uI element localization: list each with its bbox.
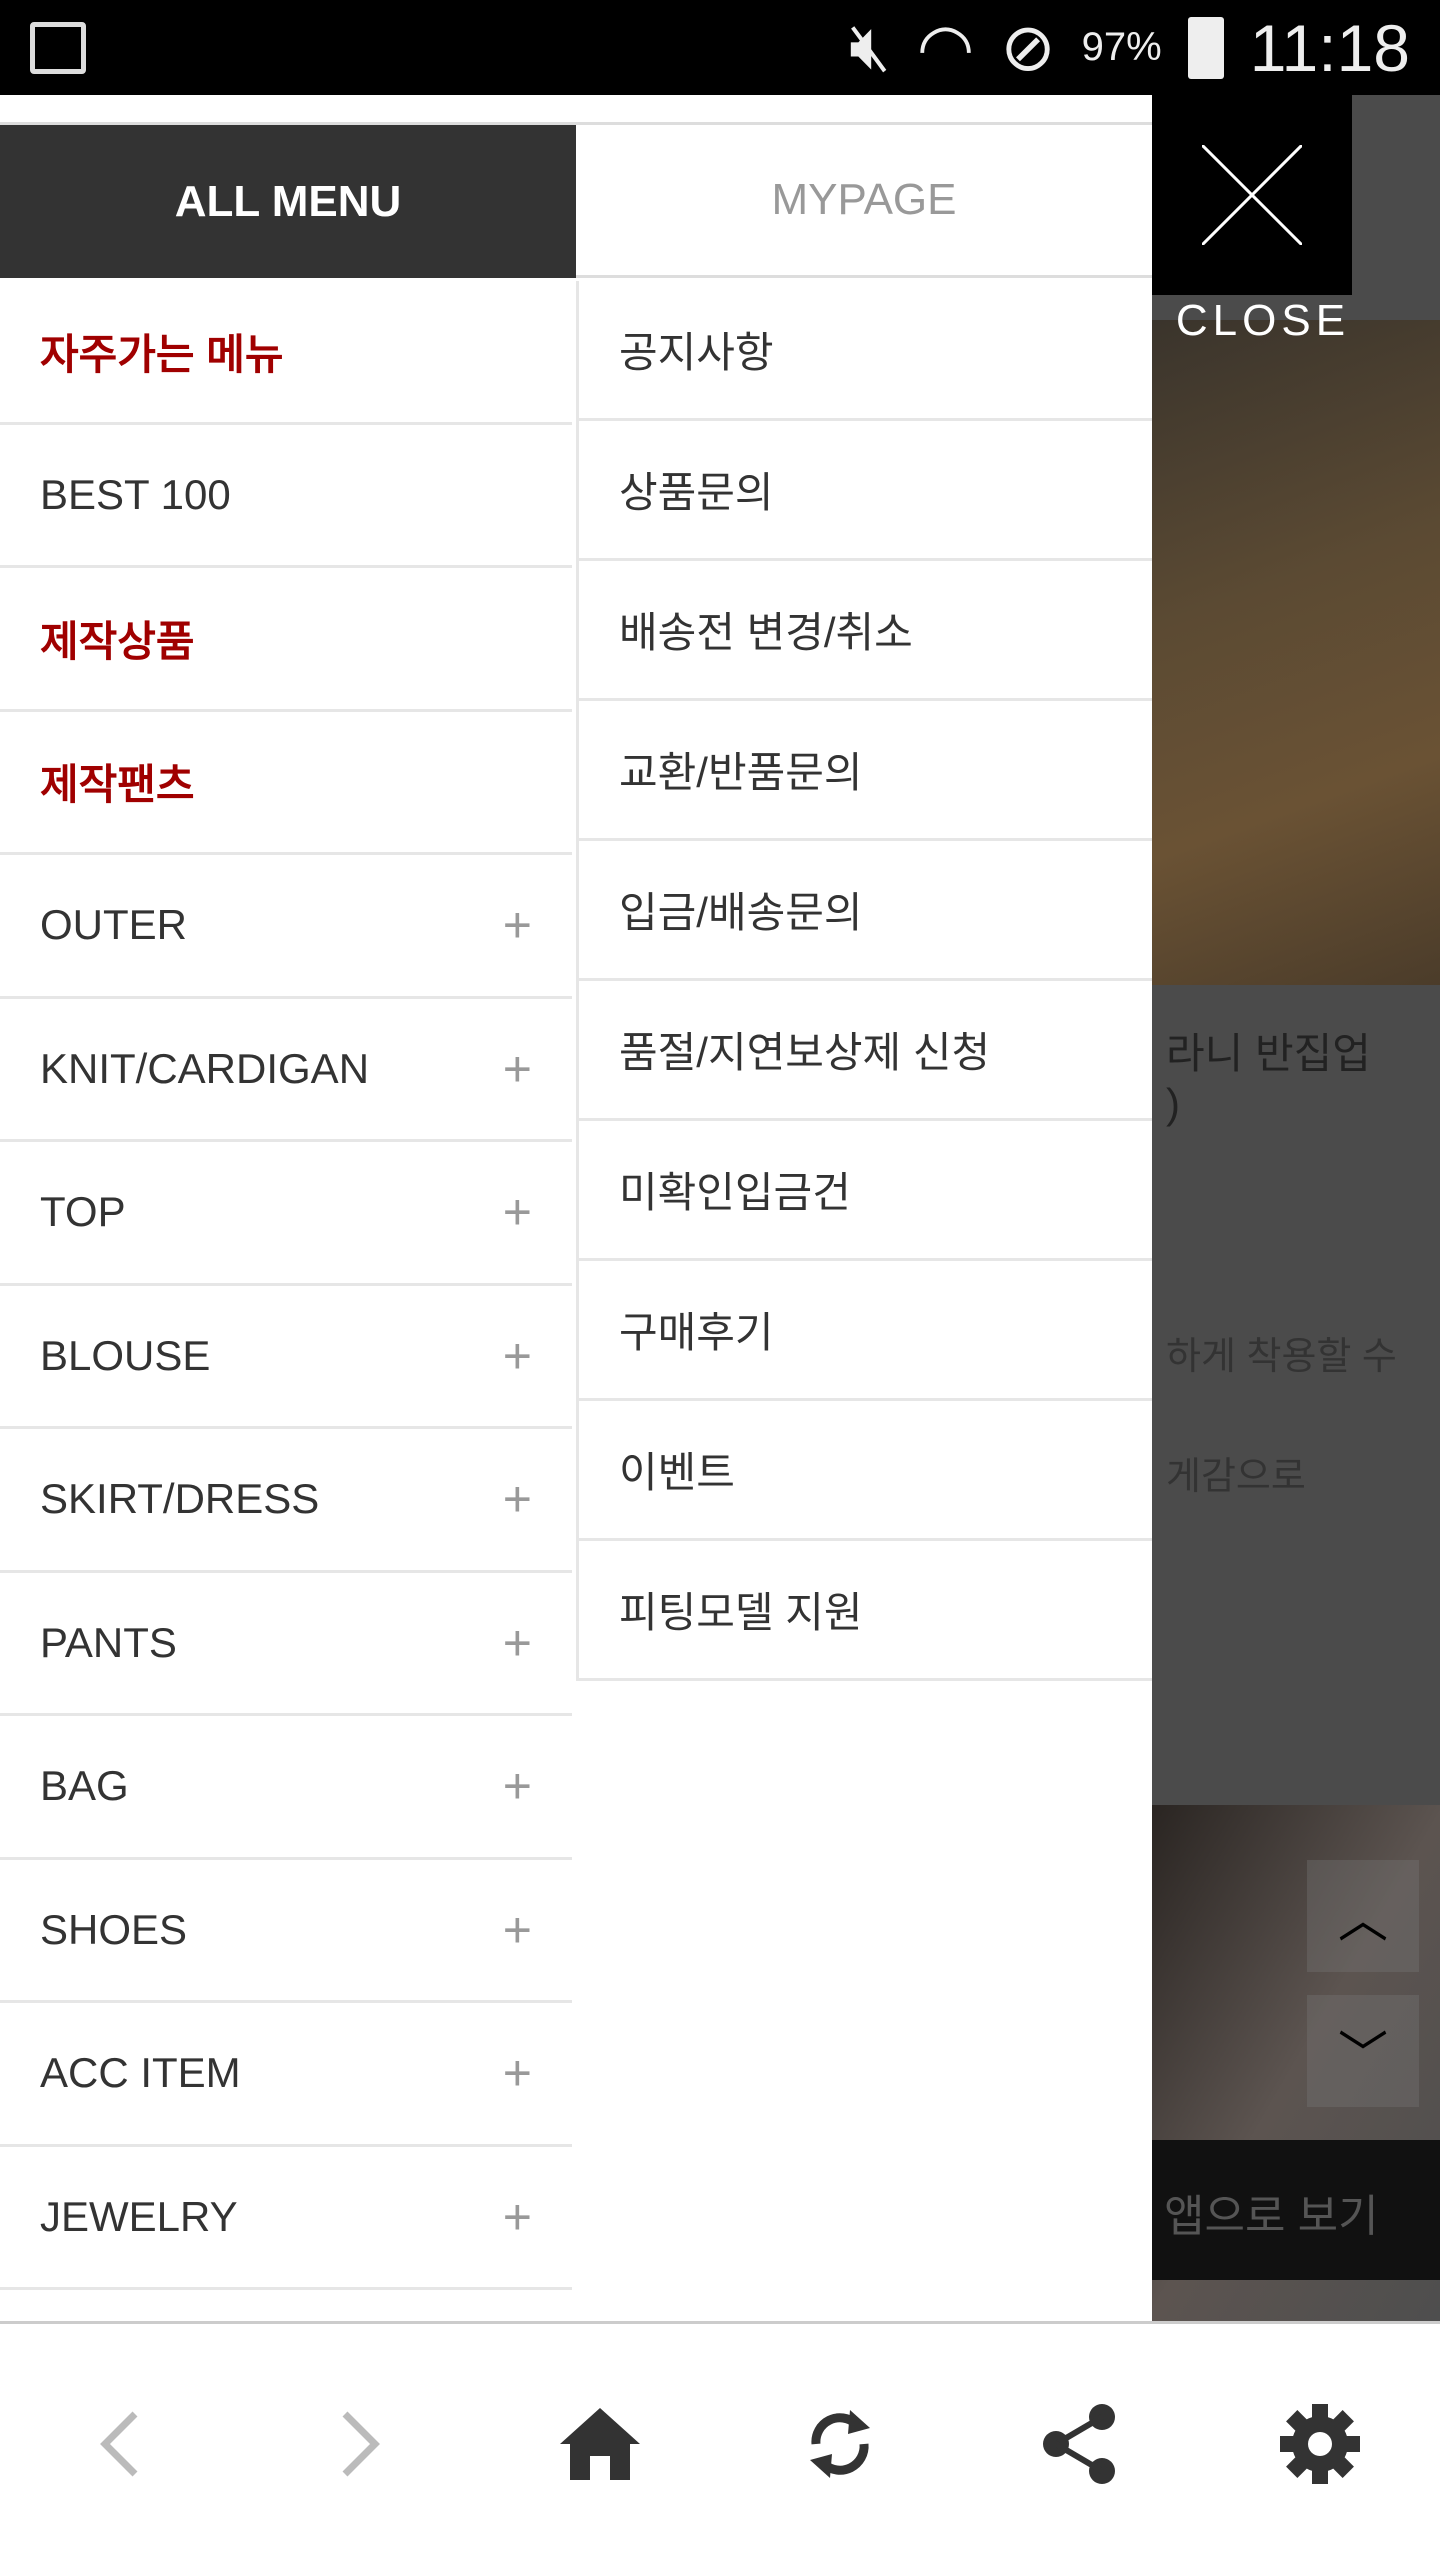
chevron-right-icon xyxy=(342,2411,380,2477)
product-title-line1: 라니 반집업 xyxy=(1166,1030,1371,1077)
category-item[interactable]: OUTER + xyxy=(0,855,572,999)
close-button[interactable] xyxy=(1152,95,1352,295)
category-label: 자주가는 메뉴 xyxy=(40,330,284,378)
plus-icon[interactable]: + xyxy=(503,1183,532,1241)
category-label: KNIT/CARDIGAN xyxy=(40,1044,370,1092)
page-background-overlay: 라니 반집업 ) 하게 착용할 수 게감으로 ︿ ﹀ 앱으로 보기 xyxy=(1152,95,1440,2325)
service-item[interactable]: 이벤트 xyxy=(579,1401,1152,1541)
service-label: 교환/반품문의 xyxy=(619,749,863,796)
service-label: 품절/지연보상제 신청 xyxy=(619,1029,991,1076)
refresh-icon xyxy=(810,2410,870,2478)
category-label: 제작상품 xyxy=(40,617,195,665)
service-item[interactable]: 미확인입금건 xyxy=(579,1121,1152,1261)
category-label: BAG xyxy=(40,1762,129,1810)
menu-tabs: ALL MENU MYPAGE xyxy=(0,122,1152,278)
wifi-icon: ◠ xyxy=(916,10,975,84)
category-label: OUTER xyxy=(40,901,187,949)
service-item[interactable]: 공지사항 xyxy=(579,281,1152,421)
tab-mypage[interactable]: MYPAGE xyxy=(576,125,1152,278)
battery-icon xyxy=(1187,16,1224,79)
plus-icon[interactable]: + xyxy=(503,2044,532,2102)
service-label: 이벤트 xyxy=(619,1449,735,1496)
battery-percent: 97% xyxy=(1081,25,1162,69)
category-label: 제작팬츠 xyxy=(40,761,195,809)
service-item[interactable]: 배송전 변경/취소 xyxy=(579,561,1152,701)
service-item[interactable]: 상품문의 xyxy=(579,421,1152,561)
product-title-line2: ) xyxy=(1166,1080,1180,1127)
category-label: BLOUSE xyxy=(40,1331,211,1379)
service-label: 공지사항 xyxy=(619,329,774,376)
service-item[interactable]: 입금/배송문의 xyxy=(579,841,1152,981)
category-item[interactable]: 제작상품 xyxy=(0,568,572,712)
scroll-up-button[interactable]: ︿ xyxy=(1307,1860,1419,1972)
back-button[interactable] xyxy=(75,2399,165,2489)
settings-button[interactable] xyxy=(1275,2399,1365,2489)
plus-icon[interactable]: + xyxy=(503,2188,532,2246)
close-label[interactable]: CLOSE xyxy=(1158,296,1368,346)
image-notification-icon xyxy=(30,22,86,74)
clock: 11:18 xyxy=(1249,10,1410,85)
chevron-up-icon: ︿ xyxy=(1338,1892,1388,1948)
home-button[interactable] xyxy=(555,2399,645,2489)
plus-icon[interactable]: + xyxy=(503,1470,532,1528)
product-photo xyxy=(1152,320,1440,985)
browser-toolbar xyxy=(0,2321,1440,2560)
share-button[interactable] xyxy=(1035,2399,1125,2489)
forward-button[interactable] xyxy=(315,2399,405,2489)
plus-icon[interactable]: + xyxy=(503,1901,532,1959)
tab-all-menu[interactable]: ALL MENU xyxy=(0,125,576,278)
category-item[interactable]: KNIT/CARDIGAN + xyxy=(0,999,572,1142)
customer-service-menu: 공지사항상품문의배송전 변경/취소교환/반품문의입금/배송문의품절/지연보상제 … xyxy=(576,281,1152,1681)
service-label: 미확인입금건 xyxy=(619,1169,851,1216)
chevron-down-icon: ﹀ xyxy=(1338,2027,1388,2083)
status-bar: 🔇︎ ◠ ⊘ 97% 11:18 xyxy=(0,0,1440,95)
category-menu: 자주가는 메뉴 BEST 100 제작상품 제작팬츠 OUTER + KNIT/CARDIG… xyxy=(0,281,572,2290)
product-desc-line1: 하게 착용할 수 xyxy=(1166,1336,1397,1378)
category-label: SKIRT/DRESS xyxy=(40,1475,320,1523)
category-label: PANTS xyxy=(40,1618,177,1666)
reload-button[interactable] xyxy=(795,2399,885,2489)
service-label: 배송전 변경/취소 xyxy=(619,609,913,656)
service-item[interactable]: 교환/반품문의 xyxy=(579,701,1152,841)
mute-icon: 🔇︎ xyxy=(849,9,891,83)
service-item[interactable]: 품절/지연보상제 신청 xyxy=(579,981,1152,1121)
plus-icon[interactable]: + xyxy=(503,1040,532,1098)
service-label: 상품문의 xyxy=(619,469,774,516)
category-item[interactable]: BEST 100 xyxy=(0,425,572,568)
service-label: 입금/배송문의 xyxy=(619,889,863,936)
service-label: 피팅모델 지원 xyxy=(619,1589,863,1636)
service-item[interactable]: 피팅모델 지원 xyxy=(579,1541,1152,1681)
category-item[interactable]: 제작팬츠 xyxy=(0,712,572,855)
share-icon xyxy=(1043,2404,1115,2484)
category-label: SHOES xyxy=(40,1905,188,1953)
do-not-disturb-icon: ⊘ xyxy=(1000,10,1056,84)
category-item[interactable]: PANTS + xyxy=(0,1573,572,1716)
plus-icon[interactable]: + xyxy=(503,896,532,954)
product-desc-line2: 게감으로 xyxy=(1166,1456,1306,1498)
home-icon xyxy=(560,2408,640,2480)
category-label: TOP xyxy=(40,1188,126,1236)
category-label: JEWELRY xyxy=(40,2192,238,2240)
category-item[interactable]: ACC ITEM + xyxy=(0,2003,572,2147)
close-icon xyxy=(1202,145,1302,245)
service-item[interactable]: 구매후기 xyxy=(579,1261,1152,1401)
plus-icon[interactable]: + xyxy=(503,1757,532,1815)
category-label: ACC ITEM xyxy=(40,2049,241,2097)
app-view-button[interactable]: 앱으로 보기 xyxy=(1152,2140,1440,2280)
category-item[interactable]: SKIRT/DRESS + xyxy=(0,1429,572,1573)
scroll-down-button[interactable]: ﹀ xyxy=(1307,1995,1419,2107)
chevron-left-icon xyxy=(100,2411,138,2477)
service-label: 구매후기 xyxy=(619,1309,774,1356)
category-label: BEST 100 xyxy=(40,470,231,518)
category-item[interactable]: JEWELRY + xyxy=(0,2147,572,2290)
category-item[interactable]: TOP + xyxy=(0,1142,572,1286)
category-item[interactable]: 자주가는 메뉴 xyxy=(0,281,572,425)
plus-icon[interactable]: + xyxy=(503,1614,532,1672)
category-item[interactable]: BLOUSE + xyxy=(0,1286,572,1429)
category-item[interactable]: SHOES + xyxy=(0,1860,572,2003)
gear-icon xyxy=(1280,2404,1360,2484)
menu-panel: ALL MENU MYPAGE 자주가는 메뉴 BEST 100 제작상품제작팬츠 O… xyxy=(0,95,1152,2323)
category-item[interactable]: BAG + xyxy=(0,1716,572,1860)
plus-icon[interactable]: + xyxy=(503,1327,532,1385)
